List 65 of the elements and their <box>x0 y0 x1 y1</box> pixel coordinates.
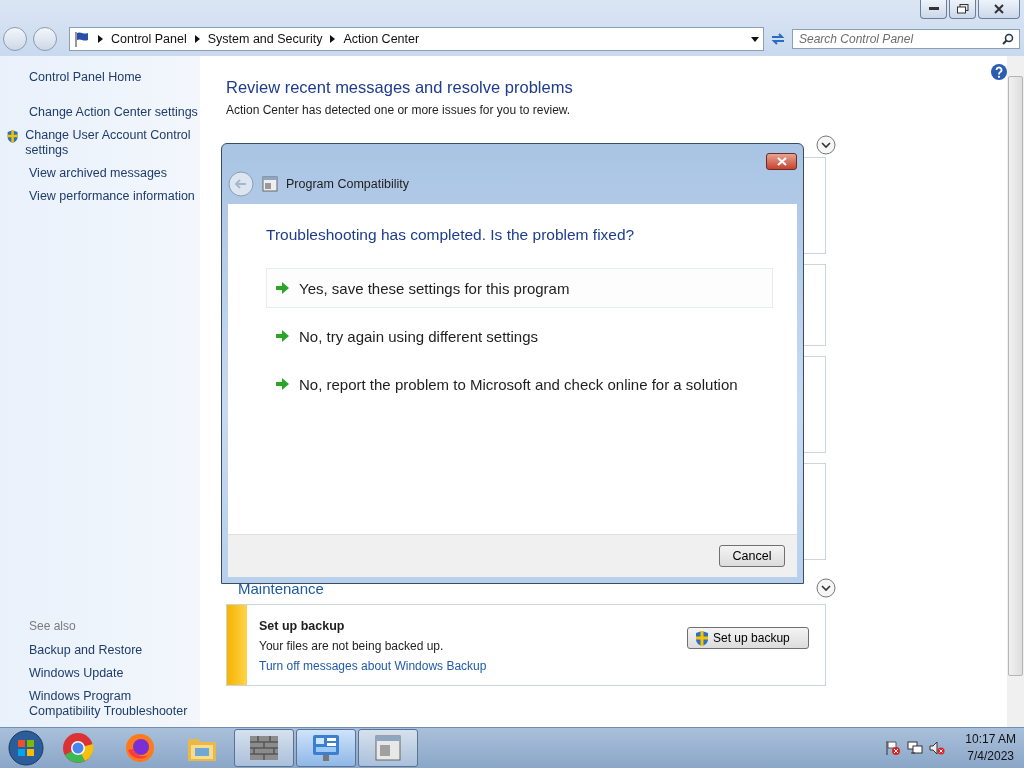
page-title: Review recent messages and resolve problems <box>226 78 574 97</box>
message-title: Set up backup <box>259 619 346 633</box>
breadcrumb-item[interactable]: Action Center <box>343 32 420 46</box>
start-button[interactable] <box>6 729 46 767</box>
address-bar[interactable]: Control Panel System and Security Action Center <box>69 27 764 51</box>
help-icon[interactable] <box>991 64 1007 80</box>
arrow-icon <box>275 378 289 390</box>
control-panel-icon <box>310 733 342 763</box>
dialog-title: Program Compatibility <box>286 177 409 191</box>
expand-icon[interactable] <box>816 578 836 598</box>
speaker-muted-icon[interactable] <box>929 740 946 756</box>
option-link[interactable]: No, try again using different settings <box>266 316 773 356</box>
flag-error-icon[interactable] <box>885 740 902 756</box>
window-icon <box>262 176 278 192</box>
close-button[interactable] <box>978 0 1020 19</box>
taskbar-app[interactable] <box>296 729 356 767</box>
flag-icon <box>74 31 90 47</box>
turn-off-link[interactable]: Turn off messages about Windows Backup <box>259 659 675 673</box>
taskbar-app[interactable] <box>234 729 294 767</box>
option-link[interactable]: Yes, save these settings for this program <box>266 268 773 308</box>
see-also-heading: See also <box>29 619 77 633</box>
window-icon <box>373 733 403 763</box>
shield-icon <box>694 629 710 647</box>
breadcrumb-item[interactable]: Control Panel <box>111 32 187 46</box>
sidebar-link[interactable]: Windows Program Compatibility Troubleshooter <box>29 689 200 719</box>
set-up-backup-button[interactable]: Set up backup <box>687 627 809 649</box>
message-text: Your files are not being backed up. <box>259 639 445 653</box>
option-link[interactable]: No, report the problem to Microsoft and check online for a solution <box>266 364 773 404</box>
sidebar-link[interactable]: Change Action Center settings <box>29 105 200 120</box>
sidebar-link[interactable]: View archived messages <box>29 166 200 181</box>
chrome-icon <box>62 732 94 764</box>
close-icon <box>776 157 787 166</box>
breadcrumb-item[interactable]: System and Security <box>207 32 323 46</box>
cancel-button[interactable]: Cancel <box>719 545 785 567</box>
taskbar-app[interactable] <box>358 729 418 767</box>
dialog-heading: Troubleshooting has completed. Is the problem fixed? <box>266 226 636 244</box>
chevron-icon[interactable] <box>98 35 103 43</box>
sidebar-link[interactable]: Change User Account Control settings <box>25 128 200 158</box>
brick-wall-icon <box>248 734 280 762</box>
arrow-icon <box>275 330 289 342</box>
close-button[interactable] <box>766 153 797 170</box>
network-icon[interactable] <box>907 740 924 756</box>
minimize-icon <box>928 7 939 11</box>
page-subtitle: Action Center has detected one or more issues for you to review. <box>226 103 572 117</box>
arrow-icon <box>275 282 289 294</box>
chevron-icon[interactable] <box>330 35 336 43</box>
search-icon <box>1002 33 1014 45</box>
sidebar-link[interactable]: View performance information <box>29 189 200 204</box>
minimize-button[interactable] <box>920 0 947 19</box>
shield-icon <box>6 128 20 145</box>
sidebar-link[interactable]: Control Panel Home <box>29 70 200 85</box>
sidebar-link[interactable]: Windows Update <box>29 666 200 681</box>
restore-icon <box>956 4 969 14</box>
sidebar-link[interactable]: Backup and Restore <box>29 643 200 658</box>
restore-button[interactable] <box>949 0 976 19</box>
search-field[interactable]: Search Control Panel <box>792 29 1020 49</box>
clock[interactable]: 10:17 AM 7/4/2023 <box>965 731 1016 765</box>
close-icon <box>994 4 1004 14</box>
firefox-icon <box>124 732 156 764</box>
chevron-icon[interactable] <box>194 35 200 43</box>
expand-icon[interactable] <box>816 135 836 155</box>
refresh-icon[interactable] <box>770 31 786 47</box>
dropdown-icon[interactable] <box>751 36 759 42</box>
section-title[interactable]: Maintenance <box>226 579 324 597</box>
scrollbar[interactable] <box>1007 56 1024 727</box>
